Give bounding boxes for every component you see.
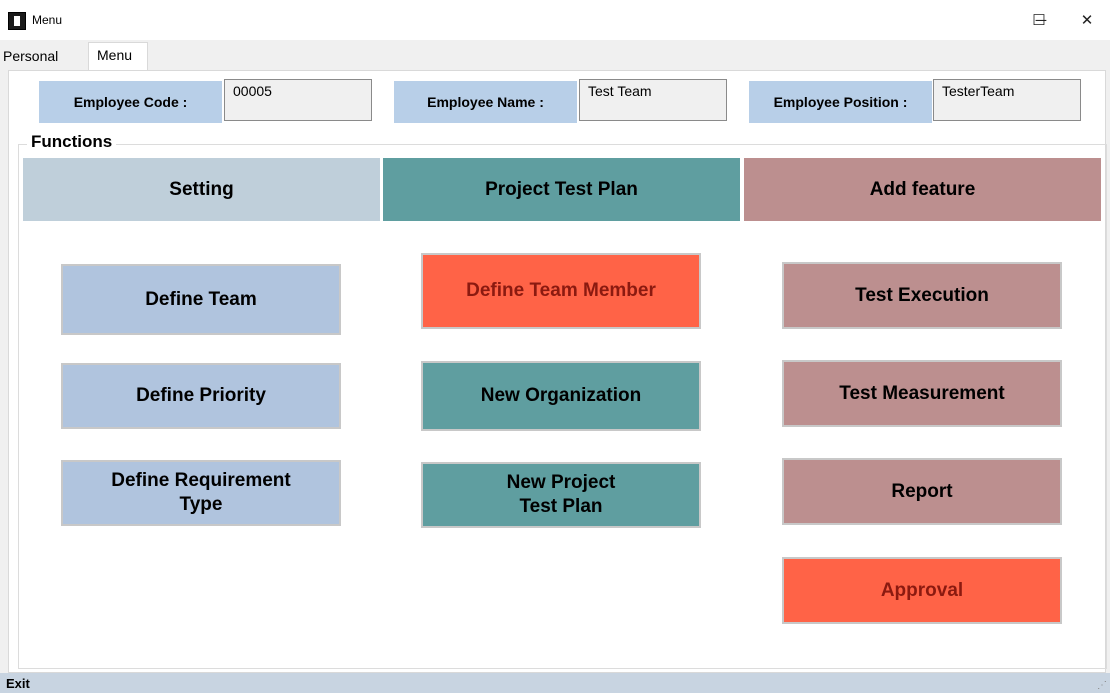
title-bar: Menu ─ ☐ ✕ (0, 0, 1110, 40)
employee-code-label: Employee Code : (39, 81, 222, 123)
functions-title: Functions (27, 132, 117, 152)
tab-content: Employee Code : 00005 Employee Name : Te… (8, 70, 1107, 673)
define-team-button[interactable]: Define Team (61, 264, 341, 335)
test-execution-button[interactable]: Test Execution (782, 262, 1062, 329)
maximize-button[interactable]: ☐ (1016, 0, 1062, 40)
resize-grip-icon[interactable]: ⋰ (1097, 680, 1107, 691)
employee-name-label: Employee Name : (394, 81, 577, 123)
section-header-add-feature: Add feature (744, 158, 1101, 221)
new-project-test-plan-button[interactable]: New Project Test Plan (421, 462, 701, 528)
employee-position-field[interactable]: TesterTeam (933, 79, 1081, 121)
approval-button[interactable]: Approval (782, 557, 1062, 624)
tab-personal[interactable]: Personal (0, 44, 90, 68)
close-button[interactable]: ✕ (1064, 0, 1110, 40)
new-organization-button[interactable]: New Organization (421, 361, 701, 431)
tab-menu[interactable]: Menu (88, 42, 148, 70)
define-requirement-type-button[interactable]: Define Requirement Type (61, 460, 341, 526)
exit-button[interactable]: Exit (6, 676, 30, 691)
define-team-member-button[interactable]: Define Team Member (421, 253, 701, 329)
employee-code-field[interactable]: 00005 (224, 79, 372, 121)
section-header-setting: Setting (23, 158, 380, 221)
employee-position-label: Employee Position : (749, 81, 932, 123)
app-icon (8, 12, 26, 30)
report-button[interactable]: Report (782, 458, 1062, 525)
section-header-project-test-plan: Project Test Plan (383, 158, 740, 221)
test-measurement-button[interactable]: Test Measurement (782, 360, 1062, 427)
employee-name-field[interactable]: Test Team (579, 79, 727, 121)
window-title: Menu (32, 13, 63, 27)
define-priority-button[interactable]: Define Priority (61, 363, 341, 429)
status-bar: Exit ⋰ (0, 673, 1110, 693)
tab-strip: Personal Menu (0, 40, 1110, 70)
